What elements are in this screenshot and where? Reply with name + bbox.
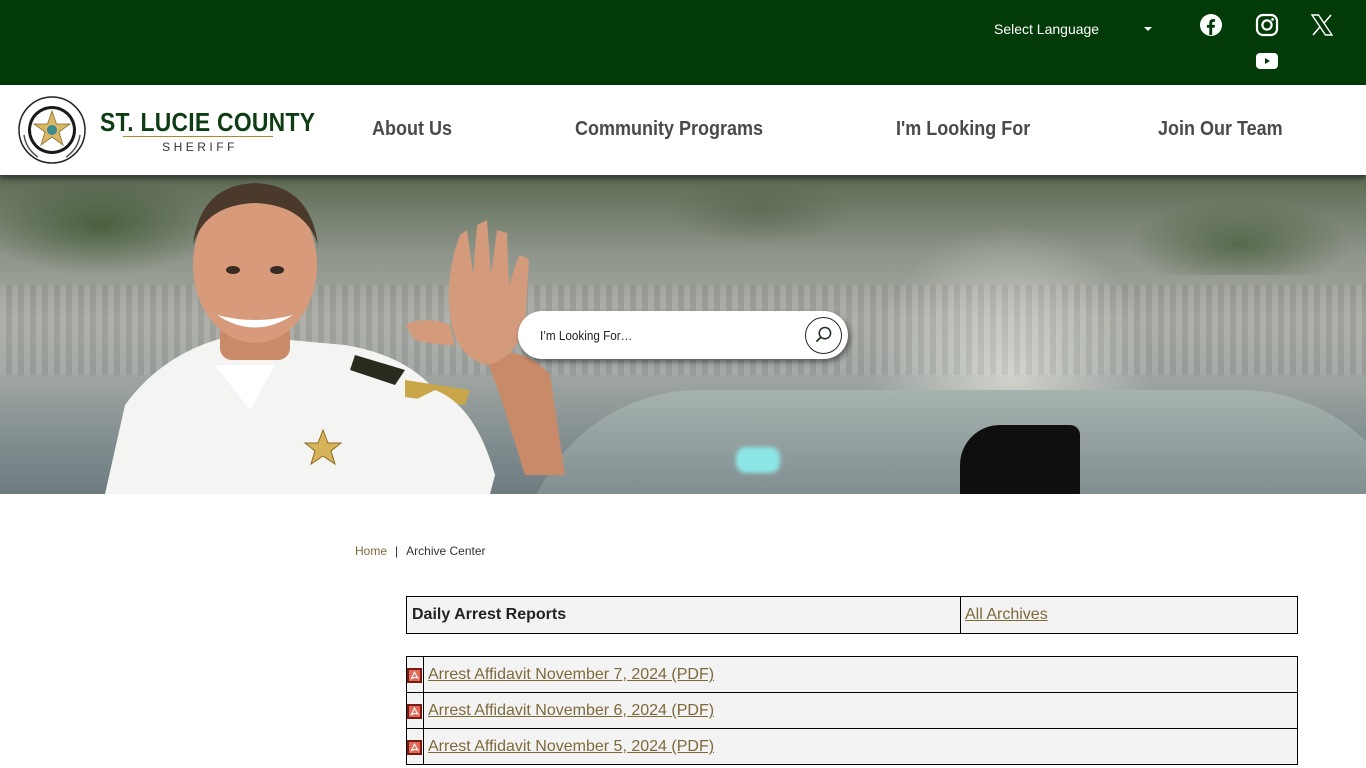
breadcrumb: Home | Archive Center [355,544,486,558]
nav-join-our-team[interactable]: Join Our Team [1158,118,1283,141]
search-input[interactable] [540,323,774,347]
hero-car-light [736,447,780,473]
x-icon[interactable] [1310,13,1334,37]
brand-title[interactable]: ST. LUCIE COUNTY [100,107,315,138]
top-bar: Select Language [0,0,1366,85]
all-archives-link[interactable]: All Archives [965,606,1048,623]
archive-title: Daily Arrest Reports [407,597,961,633]
nav-about-us[interactable]: About Us [372,118,452,141]
row-icon-cell [407,657,424,692]
pdf-icon [407,740,422,755]
site-search [518,311,848,359]
site-header: ST. LUCIE COUNTY SHERIFF About Us Commun… [0,85,1366,175]
nav-community-programs[interactable]: Community Programs [575,118,763,141]
youtube-icon[interactable] [1255,52,1279,70]
language-select[interactable]: Select Language [994,18,1160,40]
archive-list: Arrest Affidavit November 7, 2024 (PDF) … [406,656,1298,765]
archive-item-link[interactable]: Arrest Affidavit November 6, 2024 (PDF) [428,693,714,729]
language-select-label: Select Language [994,21,1100,37]
nav-im-looking-for[interactable]: I'm Looking For [896,118,1030,141]
search-icon [815,326,832,343]
breadcrumb-home[interactable]: Home [355,544,387,558]
list-item: Arrest Affidavit November 7, 2024 (PDF) [406,656,1298,693]
hero-background-car [520,390,1366,494]
hero-car-window [960,425,1080,494]
row-icon-cell [407,693,424,728]
pdf-icon [407,668,422,683]
hero-sheriff-photo [105,175,575,494]
breadcrumb-current: Archive Center [406,544,486,558]
archive-header: Daily Arrest Reports All Archives [406,596,1298,634]
breadcrumb-separator: | [395,544,399,558]
brand-subtitle: SHERIFF [162,140,238,154]
chevron-down-icon [1144,27,1152,31]
brand-divider [123,136,273,137]
instagram-icon[interactable] [1255,13,1279,37]
archive-item-link[interactable]: Arrest Affidavit November 7, 2024 (PDF) [428,657,714,693]
facebook-icon[interactable] [1199,13,1223,37]
pdf-icon [407,704,422,719]
search-button[interactable] [805,317,842,354]
archive-item-link[interactable]: Arrest Affidavit November 5, 2024 (PDF) [428,729,714,765]
sheriff-seal-logo[interactable] [16,95,88,165]
hero-banner [0,175,1366,494]
list-item: Arrest Affidavit November 6, 2024 (PDF) [406,692,1298,729]
row-icon-cell [407,729,424,764]
list-item: Arrest Affidavit November 5, 2024 (PDF) [406,728,1298,765]
